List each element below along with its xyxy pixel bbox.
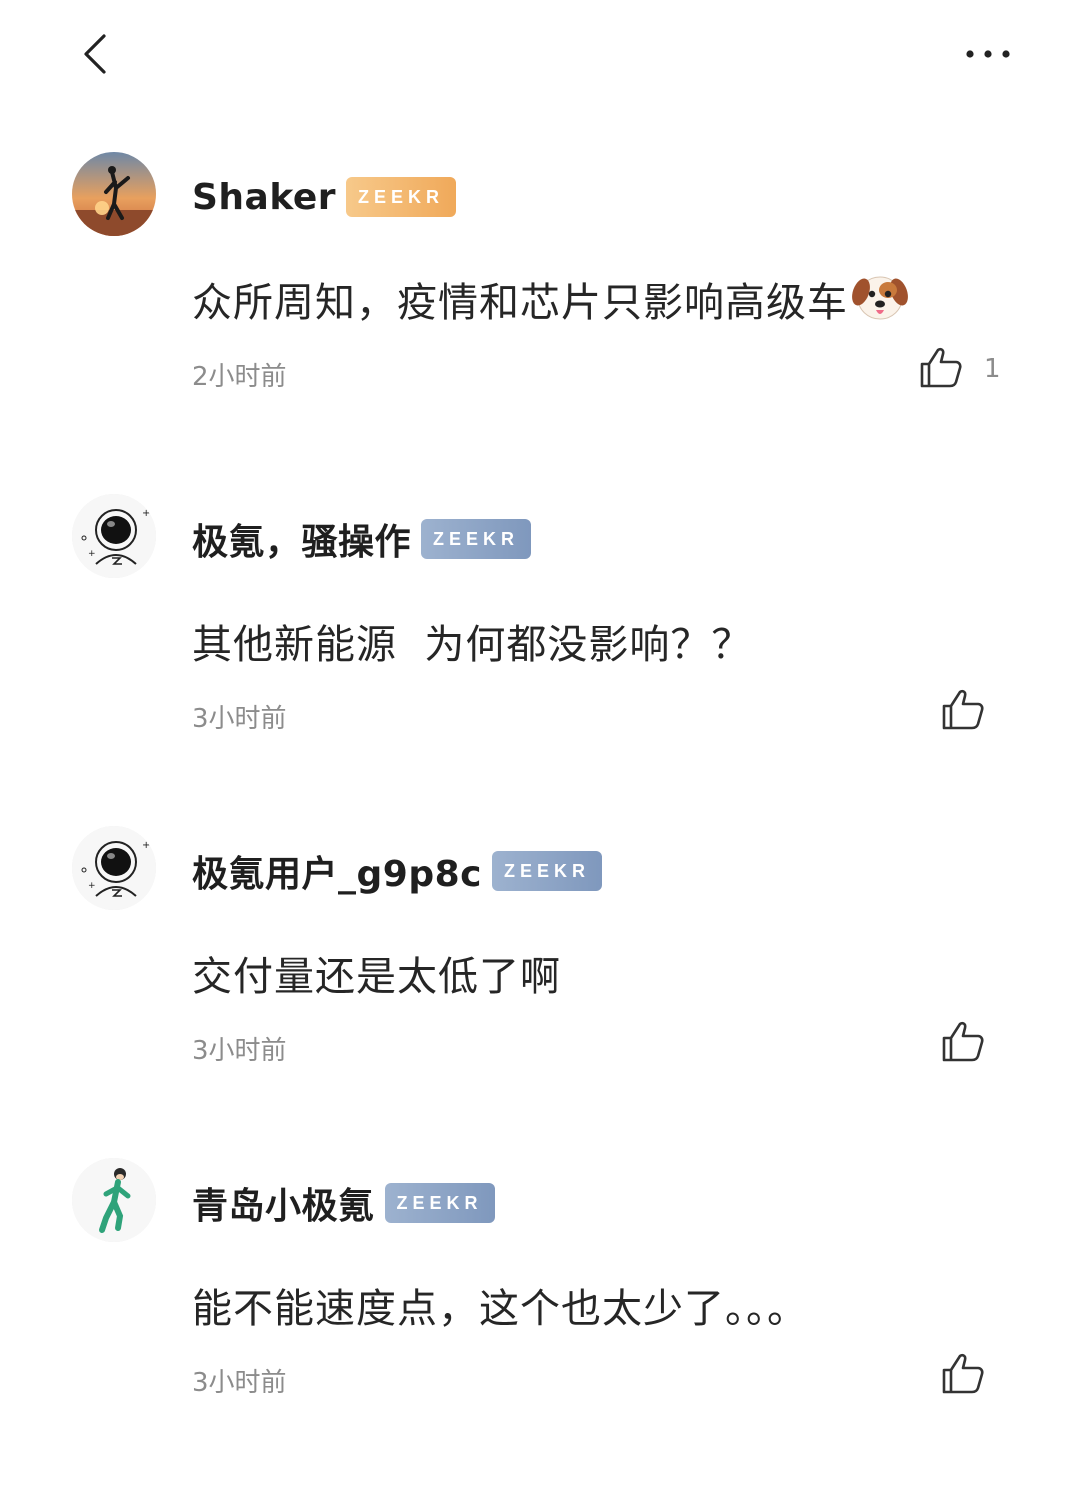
astronaut-avatar-icon: + + [72, 494, 156, 578]
thumbs-up-icon [942, 689, 984, 730]
comment-item: Shaker ZEEKR 众所周知，疫情和芯片只影响高级车 2小时前 1 [0, 152, 1080, 484]
thumbs-up-icon [920, 347, 962, 388]
user-info: 极氪用户_g9p8c ZEEKR [192, 846, 602, 896]
svg-text:+: + [142, 508, 150, 519]
comment-item: 青岛小极氪 ZEEKR 能不能速度点，这个也太少了。。。 3小时前 [0, 1158, 1080, 1490]
back-button[interactable] [72, 28, 122, 80]
comment-time: 3小时前 [192, 704, 287, 734]
avatar[interactable]: + + [72, 494, 156, 578]
comment-time: 3小时前 [192, 1036, 287, 1066]
dog-face-emoji [852, 276, 908, 320]
username[interactable]: 极氪，骚操作 [192, 513, 411, 565]
more-horizontal-icon [966, 50, 1010, 58]
avatar[interactable]: + + [72, 826, 156, 910]
sunset-silhouette-avatar-icon [72, 152, 156, 236]
comment-text: 众所周知，疫情和芯片只影响高级车 [192, 270, 908, 328]
zeekr-badge: ZEEKR [421, 519, 532, 559]
comment-time: 2小时前 [192, 362, 287, 392]
like-button[interactable] [940, 1350, 986, 1396]
comment-text: 其他新能源 为何都没影响？？ [192, 622, 753, 668]
comment-item: + + 极氪，骚操作 ZEEKR 其他新能源 为何都没影响？？ 3小时前 [0, 494, 1080, 826]
svg-text:+: + [88, 881, 96, 891]
zeekr-badge: ZEEKR [384, 1183, 495, 1223]
comment-text: 交付量还是太低了啊 [192, 954, 561, 1000]
avatar[interactable] [72, 152, 156, 236]
comment-text: 能不能速度点，这个也太少了。。。 [192, 1286, 808, 1332]
astronaut-avatar-icon: + + [72, 826, 156, 910]
top-bar [0, 0, 1080, 110]
avatar[interactable] [72, 1158, 156, 1242]
zeekr-badge: ZEEKR [491, 851, 602, 891]
like-button[interactable] [940, 1018, 986, 1064]
comment-time: 3小时前 [192, 1368, 287, 1398]
username[interactable]: 极氪用户_g9p8c [192, 845, 482, 897]
thumbs-up-icon [942, 1021, 984, 1062]
user-info: 极氪，骚操作 ZEEKR [192, 513, 532, 565]
like-button[interactable] [940, 686, 986, 732]
svg-text:+: + [88, 549, 96, 559]
username[interactable]: 青岛小极氪 [192, 1177, 375, 1229]
chevron-left-icon [84, 34, 106, 74]
like-button[interactable] [918, 344, 964, 390]
more-button[interactable] [960, 36, 1016, 72]
zeekr-badge: ZEEKR [346, 177, 457, 217]
user-info: 青岛小极氪 ZEEKR [192, 1178, 495, 1228]
username[interactable]: Shaker [192, 177, 336, 218]
comment-item: + + 极氪用户_g9p8c ZEEKR 交付量还是太低了啊 3小时前 [0, 826, 1080, 1158]
svg-text:+: + [142, 840, 150, 851]
like-count: 1 [984, 354, 1001, 384]
cartoon-runner-avatar-icon [72, 1158, 156, 1242]
thumbs-up-icon [942, 1353, 984, 1394]
user-info: Shaker ZEEKR [192, 172, 457, 222]
